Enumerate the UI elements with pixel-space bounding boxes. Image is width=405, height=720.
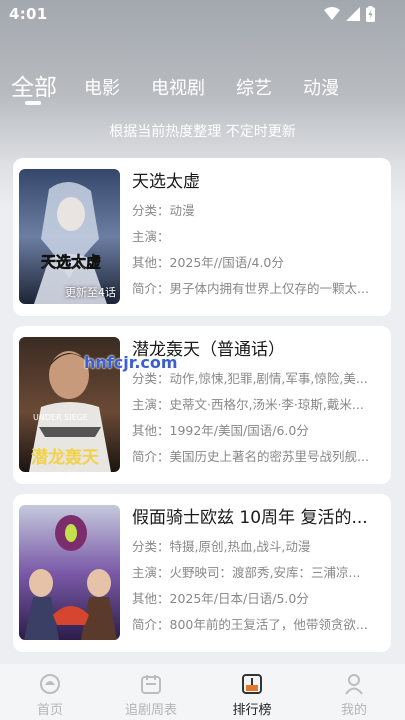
ranking-subtitle: 根据当前热度整理 不定时更新 bbox=[109, 124, 296, 140]
tab-all[interactable]: 全部 bbox=[11, 68, 57, 102]
card-intro: 简介：男子体内拥有世界上仅存的一颗太... bbox=[132, 281, 369, 296]
card-cast: 主演：史蒂文·西格尔,汤米·李·琼斯,戴米... bbox=[132, 397, 364, 412]
card-intro: 简介：美国历史上著名的密苏里号战列舰... bbox=[132, 449, 369, 464]
status-bar: 4:01 bbox=[0, 0, 405, 28]
card-cast: 主演： bbox=[132, 229, 170, 244]
ranking-card[interactable]: UNDER SIEGE 潜龙轰天 潜龙轰天（普通话） 分类：动作,惊悚,犯罪,剧… bbox=[13, 326, 391, 484]
ranking-icon bbox=[242, 674, 262, 694]
nav-profile-label: 我的 bbox=[340, 703, 367, 718]
poster-image[interactable]: 天选太虚 更新至4话 bbox=[19, 169, 120, 304]
category-tabs: 全部 电影 电视剧 综艺 动漫 bbox=[0, 66, 405, 106]
watermark-text: hnfcjr.com bbox=[84, 353, 178, 372]
tab-movies[interactable]: 电影 bbox=[84, 74, 120, 100]
nav-ranking[interactable]: 排行榜 bbox=[212, 672, 292, 718]
poster-title-art: 潜龙轰天 bbox=[31, 447, 100, 468]
nav-home[interactable]: 首页 bbox=[10, 672, 90, 718]
status-icons bbox=[324, 6, 375, 22]
poster-english-title: UNDER SIEGE bbox=[33, 413, 88, 422]
card-title[interactable]: 天选太虚 bbox=[132, 170, 384, 198]
nav-schedule[interactable]: 追剧周表 bbox=[111, 672, 191, 718]
nav-ranking-label: 排行榜 bbox=[232, 703, 272, 718]
nav-home-label: 首页 bbox=[36, 703, 63, 718]
poster-title-art: 天选太虚 bbox=[41, 253, 101, 271]
card-genre: 分类：动漫 bbox=[132, 203, 195, 218]
wifi-icon bbox=[324, 7, 340, 20]
ranking-card[interactable]: 天选太虚 更新至4话 天选太虚 分类：动漫 主演： 其他：2025年//国语/4… bbox=[13, 158, 391, 316]
bottom-navigation: 首页 追剧周表 排行榜 我的 bbox=[0, 664, 405, 720]
profile-icon bbox=[345, 674, 363, 695]
tab-tv-series[interactable]: 电视剧 bbox=[151, 74, 205, 100]
card-other: 其他：1992年/美国/国语/6.0分 bbox=[132, 423, 309, 438]
signal-icon bbox=[346, 7, 360, 21]
poster-image[interactable] bbox=[19, 505, 120, 640]
card-other: 其他：2025年//国语/4.0分 bbox=[132, 255, 284, 270]
card-intro: 简介：800年前的王复活了，他带领贪欲... bbox=[132, 617, 368, 632]
home-icon bbox=[40, 674, 60, 694]
card-cast: 主演：火野映司：渡部秀,安库：三浦凉... bbox=[132, 565, 361, 580]
nav-profile[interactable]: 我的 bbox=[314, 672, 394, 718]
tab-anime[interactable]: 动漫 bbox=[303, 74, 339, 100]
ranking-card[interactable]: 假面骑士欧兹 10周年 复活的... 分类：特摄,原创,热血,战斗,动漫 主演：… bbox=[13, 494, 391, 652]
calendar-icon bbox=[141, 675, 161, 694]
card-genre: 分类：特摄,原创,热血,战斗,动漫 bbox=[132, 539, 311, 554]
card-title[interactable]: 假面骑士欧兹 10周年 复活的... bbox=[132, 506, 384, 534]
card-other: 其他：2025年/日本/日语/5.0分 bbox=[132, 591, 309, 606]
tab-variety[interactable]: 综艺 bbox=[236, 74, 272, 100]
battery-icon bbox=[366, 6, 375, 22]
status-time: 4:01 bbox=[9, 5, 48, 23]
active-tab-indicator bbox=[25, 101, 41, 105]
episode-badge: 更新至4话 bbox=[65, 286, 116, 299]
nav-schedule-label: 追剧周表 bbox=[124, 703, 177, 718]
